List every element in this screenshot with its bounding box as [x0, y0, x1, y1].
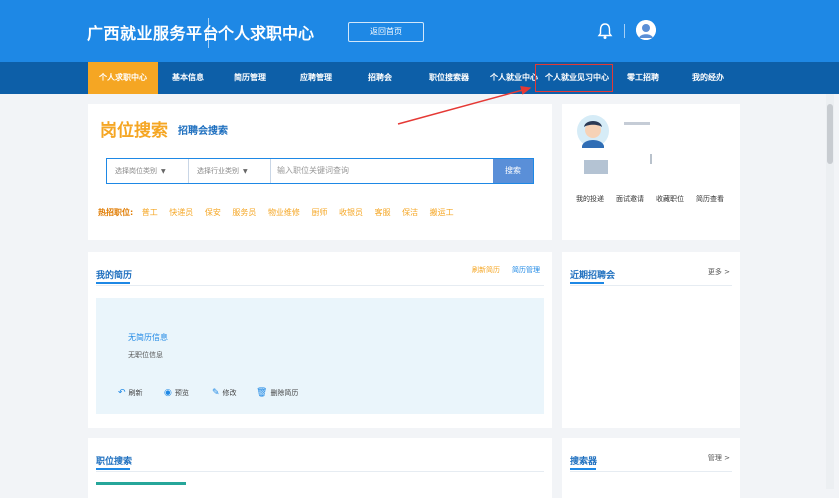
title-underline [96, 282, 130, 284]
header-divider [208, 18, 209, 48]
teal-tab-indicator [96, 482, 186, 485]
chevron-down-icon: ▼ [243, 168, 248, 175]
chevron-down-icon: ▼ [161, 168, 166, 175]
refresh-action-label: 刷新 [128, 389, 143, 397]
hot-job-link[interactable]: 收银员 [339, 208, 363, 217]
header-divider-2 [624, 24, 625, 38]
trash-icon: 🗑 [256, 388, 268, 398]
title-underline [570, 468, 596, 470]
bell-icon[interactable] [597, 22, 613, 40]
job-search-section: 职位搜索 [88, 438, 552, 498]
preview-action[interactable]: ◉ 预览 [164, 388, 189, 398]
saved-jobs-link[interactable]: 收藏职位 [656, 194, 684, 204]
interview-invites-link[interactable]: 面试邀请 [616, 194, 644, 204]
profile-info-blur-2 [650, 154, 652, 164]
hot-job-link[interactable]: 客服 [375, 208, 391, 217]
hot-jobs-label: 热招职位: [98, 208, 134, 217]
industry-category-select[interactable]: 选择行业类别 ▼ [189, 159, 271, 183]
my-applications-link[interactable]: 我的投递 [576, 194, 604, 204]
job-fair-search-tab[interactable]: 招聘会搜索 [178, 122, 228, 137]
keyword-input[interactable]: 输入职位关键词查询 [271, 159, 349, 183]
user-icon [636, 20, 656, 40]
recent-job-fairs-title: 近期招聘会 [570, 271, 616, 281]
my-resume-title: 我的简历 [96, 271, 133, 281]
nav-application-management[interactable]: 应聘管理 [288, 62, 344, 94]
card-divider [570, 471, 732, 472]
profile-avatar-icon[interactable] [576, 114, 610, 158]
nav-personal-job-center[interactable]: 个人求职中心 [88, 62, 158, 94]
hot-job-link[interactable]: 物业维修 [268, 208, 300, 217]
profile-name-blur [584, 160, 608, 174]
nav-job-searcher[interactable]: 职位搜索器 [416, 62, 482, 94]
more-link[interactable]: 更多 > [708, 267, 730, 277]
hot-job-link[interactable]: 普工 [142, 208, 158, 217]
card-divider [96, 285, 544, 286]
my-resume-card: 我的简历 刷新简历 简历管理 无简历信息 无职位信息 ↶ 刷新 ◉ 预览 ✎ 修改 🗑… [88, 252, 552, 428]
edit-action-label: 修改 [222, 389, 237, 397]
hot-job-link[interactable]: 搬运工 [430, 208, 454, 217]
hot-job-link[interactable]: 厨师 [311, 208, 327, 217]
nav-gig-recruitment[interactable]: 零工招聘 [618, 62, 668, 94]
nav-my-handling[interactable]: 我的经办 [682, 62, 734, 94]
main-nav: 个人求职中心 基本信息 简历管理 应聘管理 招聘会 职位搜索器 个人就业中心 个… [0, 62, 839, 94]
hot-job-link[interactable]: 保安 [205, 208, 221, 217]
page-scrollbar[interactable] [826, 94, 834, 489]
no-resume-text: 无简历信息 [128, 333, 168, 342]
card-divider [570, 285, 732, 286]
hot-job-link[interactable]: 快递员 [169, 208, 193, 217]
job-search-title[interactable]: 岗位搜索 [100, 116, 168, 141]
search-bar: 选择岗位类别 ▼ 选择行业类别 ▼ 输入职位关键词查询 搜索 [106, 158, 534, 184]
resume-info-box: 无简历信息 无职位信息 ↶ 刷新 ◉ 预览 ✎ 修改 🗑 删除简历 [96, 298, 544, 414]
center-title: 个人求职中心 [218, 24, 315, 43]
job-search-section-title: 职位搜索 [96, 457, 133, 467]
nav-resume-management[interactable]: 简历管理 [222, 62, 278, 94]
profile-info-blur [624, 122, 650, 125]
hot-job-link[interactable]: 服务员 [232, 208, 256, 217]
resume-views-link[interactable]: 简历查看 [696, 194, 724, 204]
resume-manage-link[interactable]: 简历管理 [512, 265, 540, 275]
no-job-text: 无职位信息 [128, 351, 163, 359]
title-underline [570, 282, 604, 284]
searcher-card: 搜索器 管理 > [562, 438, 740, 498]
position-category-label: 选择岗位类别 [115, 167, 157, 175]
home-button[interactable]: 返回首页 [348, 22, 424, 42]
scrollbar-thumb[interactable] [827, 104, 833, 164]
manage-link[interactable]: 管理 > [708, 453, 730, 463]
delete-action-label: 删除简历 [270, 389, 299, 397]
edit-action[interactable]: ✎ 修改 [212, 388, 237, 398]
refresh-icon: ↶ [118, 388, 126, 398]
refresh-action[interactable]: ↶ 刷新 [118, 388, 143, 398]
top-header: 广西就业服务平台 个人求职中心 返回首页 [0, 0, 839, 62]
hot-job-link[interactable]: 保洁 [402, 208, 418, 217]
searcher-title: 搜索器 [570, 457, 598, 467]
user-avatar[interactable] [636, 20, 656, 40]
nav-basic-info[interactable]: 基本信息 [160, 62, 216, 94]
profile-card: 我的投递 面试邀请 收藏职位 简历查看 [562, 104, 740, 240]
nav-job-fair[interactable]: 招聘会 [356, 62, 404, 94]
position-category-select[interactable]: 选择岗位类别 ▼ [107, 159, 189, 183]
title-underline [96, 468, 130, 470]
platform-logo[interactable]: 广西就业服务平台 [87, 20, 219, 44]
delete-resume-action[interactable]: 🗑 删除简历 [256, 388, 298, 398]
card-divider [96, 471, 544, 472]
hot-jobs: 热招职位: 普工 快递员 保安 服务员 物业维修 厨师 收银员 客服 保洁 搬运… [98, 207, 463, 218]
preview-action-label: 预览 [174, 389, 189, 397]
annotation-highlight-box [535, 64, 613, 92]
job-search-card: 岗位搜索 招聘会搜索 选择岗位类别 ▼ 选择行业类别 ▼ 输入职位关键词查询 搜索 … [88, 104, 552, 240]
edit-icon: ✎ [212, 388, 220, 398]
refresh-resume-link[interactable]: 刷新简历 [472, 265, 500, 275]
eye-icon: ◉ [164, 388, 172, 398]
recent-job-fairs-card: 近期招聘会 更多 > [562, 252, 740, 428]
industry-category-label: 选择行业类别 [197, 167, 239, 175]
search-button[interactable]: 搜索 [493, 159, 533, 183]
